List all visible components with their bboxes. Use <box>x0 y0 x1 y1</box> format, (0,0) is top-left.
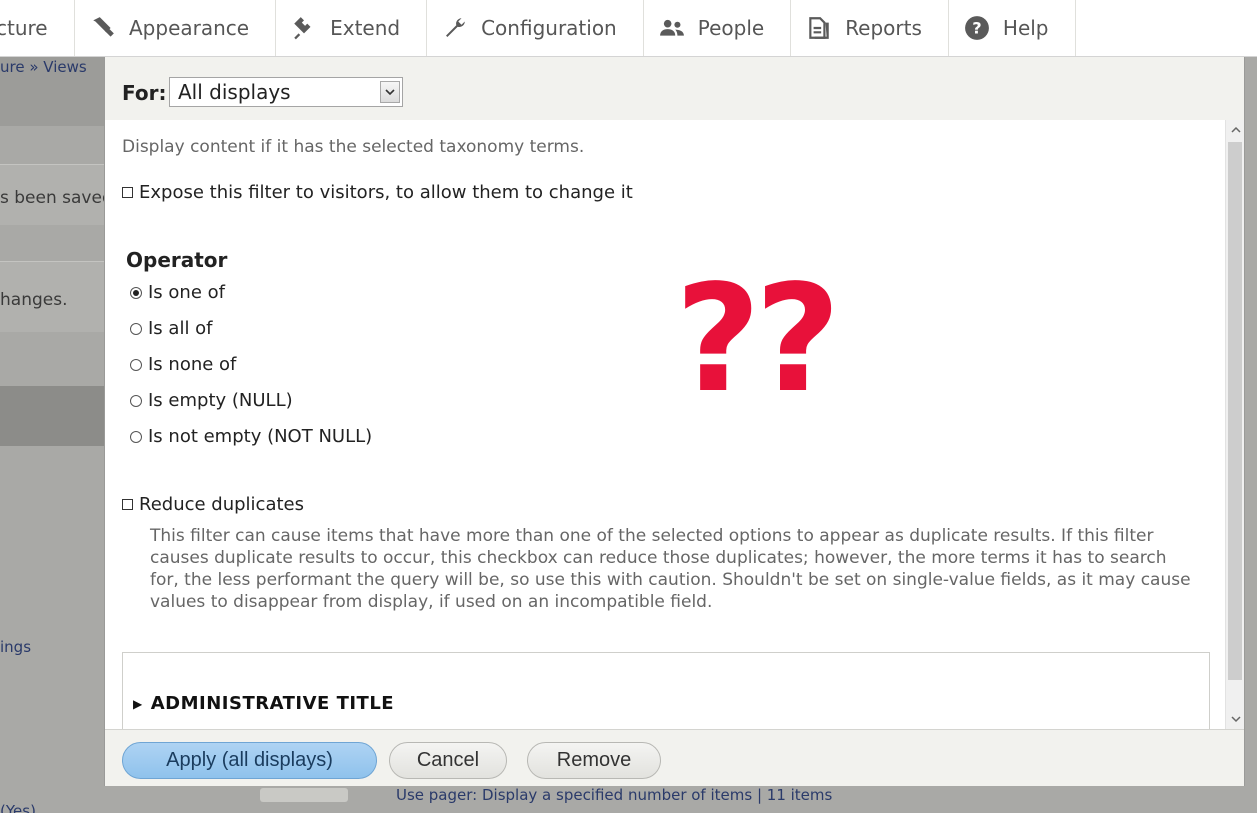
toolbar-configuration-label: Configuration <box>481 16 617 40</box>
reduce-duplicates-checkbox[interactable] <box>122 499 133 510</box>
paintbrush-icon <box>89 14 117 42</box>
operator-radio-empty[interactable] <box>130 394 142 407</box>
operator-option-all-of[interactable]: Is all of <box>130 318 213 339</box>
bg-settings-link: ings <box>0 638 32 656</box>
operator-radio-one-of[interactable] <box>130 286 142 299</box>
administrative-title-fieldset: ▶ ADMINISTRATIVE TITLE <box>122 652 1210 729</box>
admin-toolbar: cture Appearance Extend Configuration Pe… <box>0 0 1257 57</box>
operator-radio-all-of[interactable] <box>130 322 142 335</box>
toolbar-people[interactable]: People <box>644 0 792 56</box>
triangle-right-icon: ▶ <box>133 696 143 711</box>
operator-radio-none-of[interactable] <box>130 358 142 371</box>
cancel-button[interactable]: Cancel <box>389 742 507 779</box>
toolbar-structure-label: cture <box>0 16 48 40</box>
expose-filter-option[interactable]: Expose this filter to visitors, to allow… <box>122 182 633 203</box>
administrative-title-toggle[interactable]: ▶ ADMINISTRATIVE TITLE <box>133 693 394 714</box>
toolbar-help-label: Help <box>1002 16 1049 40</box>
toolbar-configuration[interactable]: Configuration <box>427 0 644 56</box>
toolbar-people-label: People <box>697 16 765 40</box>
people-icon <box>658 14 686 42</box>
bg-pager-text: Use pager: Display a specified number of… <box>396 786 833 804</box>
expose-filter-checkbox[interactable] <box>122 187 133 198</box>
operator-option-none-of[interactable]: Is none of <box>130 354 236 375</box>
toolbar-extend[interactable]: Extend <box>276 0 428 56</box>
operator-option-empty[interactable]: Is empty (NULL) <box>130 390 293 411</box>
scroll-up-icon[interactable] <box>1226 121 1245 139</box>
dialog-body: Display content if it has the selected t… <box>105 120 1227 729</box>
operator-label: Is empty (NULL) <box>148 390 293 411</box>
toolbar-appearance-label: Appearance <box>129 16 250 40</box>
toolbar-reports[interactable]: Reports <box>791 0 949 56</box>
operator-radio-not-empty[interactable] <box>130 430 142 443</box>
toolbar-structure[interactable]: cture <box>0 0 75 56</box>
operator-label: Is none of <box>148 354 237 375</box>
toolbar-reports-label: Reports <box>845 16 922 40</box>
svg-text:?: ? <box>972 18 981 37</box>
dialog-scrollbar[interactable] <box>1225 120 1244 729</box>
reduce-duplicates-option[interactable]: Reduce duplicates <box>122 494 304 515</box>
expose-filter-label: Expose this filter to visitors, to allow… <box>139 182 633 203</box>
chevron-down-icon[interactable] <box>380 81 400 103</box>
wrench-icon <box>441 14 469 42</box>
for-select-value: All displays <box>178 80 291 104</box>
scroll-down-icon[interactable] <box>1226 710 1245 728</box>
reduce-duplicates-help: This filter can cause items that have mo… <box>150 526 1191 612</box>
toolbar-appearance[interactable]: Appearance <box>75 0 277 56</box>
help-icon: ? <box>963 14 991 42</box>
plug-icon <box>290 14 318 42</box>
bg-breadcrumb: ure » Views <box>0 58 87 76</box>
operator-label: Is not empty (NOT NULL) <box>148 426 373 447</box>
for-label: For: <box>122 81 167 105</box>
apply-all-displays-button[interactable]: Apply (all displays) <box>122 742 377 779</box>
operator-option-not-empty[interactable]: Is not empty (NOT NULL) <box>130 426 372 447</box>
toolbar-extend-label: Extend <box>330 16 401 40</box>
operator-option-one-of[interactable]: Is one of <box>130 282 225 303</box>
remove-button[interactable]: Remove <box>527 742 661 779</box>
bg-dark-band <box>0 386 104 446</box>
bg-saved-text: s been saved <box>0 188 113 208</box>
bg-changes-text: hanges. <box>0 290 68 310</box>
dialog-footer: Apply (all displays) Cancel Remove <box>105 729 1244 786</box>
filter-description: Display content if it has the selected t… <box>122 137 585 157</box>
bg-yes-text: (Yes) <box>0 802 36 813</box>
reduce-duplicates-label: Reduce duplicates <box>139 494 304 515</box>
toolbar-help[interactable]: ? Help <box>949 0 1076 56</box>
scroll-thumb[interactable] <box>1228 142 1242 680</box>
reports-icon <box>805 14 833 42</box>
operator-label: Is one of <box>148 282 225 303</box>
for-displays-select[interactable]: All displays <box>169 77 403 107</box>
bg-button-shadow <box>260 788 348 802</box>
filter-config-dialog: For: All displays Display content if it … <box>104 40 1245 786</box>
administrative-title-label: ADMINISTRATIVE TITLE <box>150 693 395 714</box>
question-marks-annotation: ?? <box>675 253 841 425</box>
operator-heading: Operator <box>126 248 228 272</box>
operator-label: Is all of <box>148 318 213 339</box>
